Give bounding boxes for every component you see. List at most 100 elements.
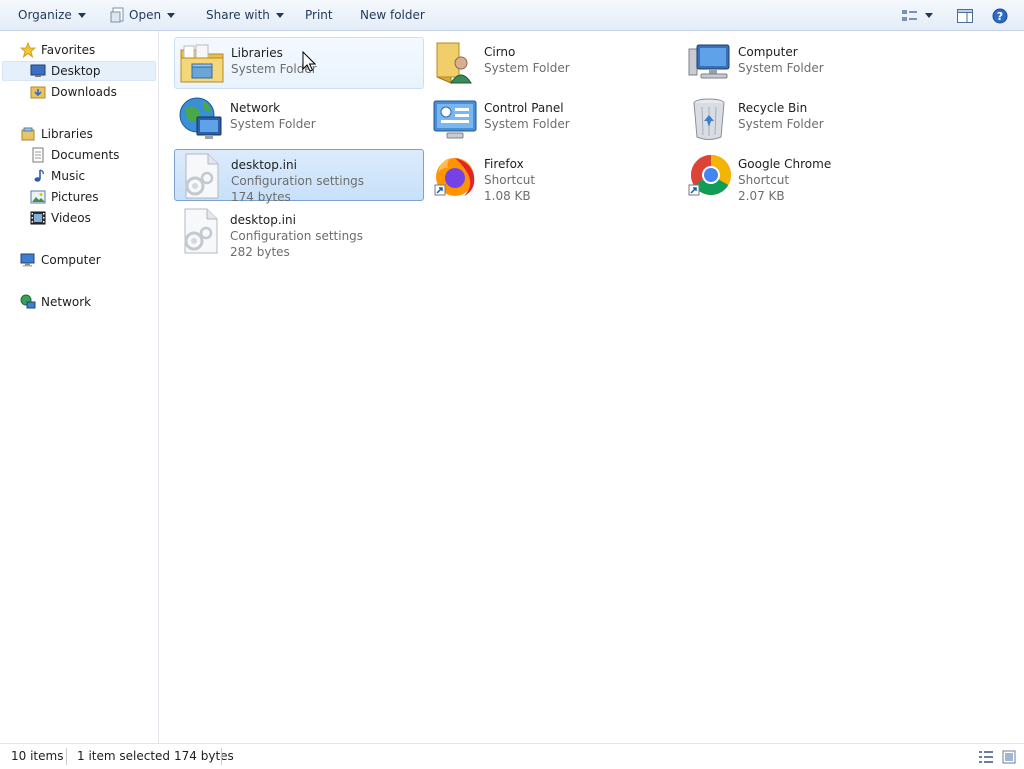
nav-item-videos[interactable]: Videos [30,208,91,228]
svg-text:?: ? [997,10,1003,23]
nav-label: Network [41,295,92,309]
item-type: Configuration settings [231,174,365,188]
item-type: System Folder [484,117,570,131]
organize-label: Organize [18,8,72,22]
item-desktop-ini-1[interactable]: desktop.ini Configuration settings 174 b… [174,149,424,204]
chrome-icon [688,155,731,196]
music-note-icon [34,168,44,182]
change-view-button[interactable] [901,0,933,30]
item-count: 10 items [11,749,64,763]
details-view-icon[interactable] [978,750,994,764]
item-cirno[interactable]: Cirno System Folder [428,37,678,89]
firefox-icon [434,158,475,196]
item-name: Google Chrome [738,157,832,171]
item-control-panel[interactable]: Control Panel System Folder [428,93,678,145]
navigation-pane: Favorites Desktop Downloads Libraries Do… [0,31,159,743]
item-google-chrome[interactable]: Google Chrome Shortcut 2.07 KB [682,149,932,203]
item-type: System Folder [738,117,824,131]
control-panel-icon [433,100,477,139]
print-button[interactable]: Print [305,0,333,30]
computer-icon [688,44,730,79]
preview-pane-button[interactable] [956,0,974,30]
chevron-down-icon [167,13,176,18]
item-name: Libraries [231,46,283,60]
item-size: 2.07 KB [738,189,785,203]
nav-item-desktop[interactable]: Desktop [30,61,101,81]
item-type: System Folder [738,61,824,75]
item-network[interactable]: Network System Folder [174,93,424,145]
nav-label: Favorites [41,43,96,57]
item-name: Control Panel [484,101,564,115]
nav-label: Downloads [51,85,117,99]
item-name: Recycle Bin [738,101,808,115]
help-icon: ? [992,8,1008,23]
user-folder-icon [436,42,472,84]
item-size: 282 bytes [230,245,290,259]
preview-pane-icon [957,8,973,23]
downloads-folder-icon [30,86,46,98]
item-name: desktop.ini [231,158,297,172]
item-computer[interactable]: Computer System Folder [682,37,932,89]
nav-item-libraries[interactable]: Libraries [20,124,93,144]
nav-item-computer[interactable]: Computer [20,250,101,270]
chevron-down-icon [925,13,933,18]
nav-item-downloads[interactable]: Downloads [30,82,117,102]
documents-icon [32,147,44,162]
item-type: Shortcut [738,173,790,187]
share-with-label: Share with [206,8,270,22]
item-name: Network [230,101,281,115]
recycle-bin-icon [693,98,725,140]
computer-icon [20,253,35,266]
nav-item-documents[interactable]: Documents [30,145,119,165]
item-recycle-bin[interactable]: Recycle Bin System Folder [682,93,932,145]
chevron-down-icon [77,13,86,18]
network-globe-icon [179,97,222,139]
item-size: 174 bytes [231,190,291,204]
nav-label: Documents [51,148,120,162]
item-name: Computer [738,45,798,59]
item-libraries[interactable]: Libraries System Folder [174,37,424,89]
share-with-button[interactable]: Share with [206,0,284,30]
selection-count: 1 item selected [77,749,171,763]
nav-item-music[interactable]: Music [30,166,85,186]
item-size: 1.08 KB [484,189,531,203]
command-bar: Organize Open Share with Print New folde… [0,0,1024,31]
item-name: Cirno [484,45,516,59]
nav-label: Music [51,169,86,183]
desktop-icon [30,64,46,77]
item-type: Configuration settings [230,229,364,243]
selection-size: 174 bytes [174,749,234,763]
nav-label: Desktop [51,64,101,78]
status-bar: 10 items 1 item selected 174 bytes [0,743,1024,769]
open-button[interactable]: Open [110,0,176,30]
item-firefox[interactable]: Firefox Shortcut 1.08 KB [428,149,678,203]
nav-item-favorites[interactable]: Favorites [20,40,95,60]
mouse-cursor-icon [302,51,316,72]
item-type: System Folder [230,117,316,131]
large-icons-view-icon[interactable] [1002,750,1016,764]
star-icon [20,41,36,58]
nav-label: Computer [41,253,101,267]
nav-label: Pictures [51,190,99,204]
libraries-folder-icon [180,44,224,83]
videos-icon [30,211,46,224]
view-options-icon [902,9,917,21]
organize-button[interactable]: Organize [18,0,86,30]
item-desktop-ini-2[interactable]: desktop.ini Configuration settings 282 b… [174,205,424,259]
item-name: desktop.ini [230,213,296,227]
network-icon [20,294,36,308]
file-list: Libraries System Folder Cirno System Fol… [159,31,1024,743]
item-type: Shortcut [484,173,536,187]
status-divider [221,748,222,765]
libraries-icon [21,127,35,140]
open-label: Open [129,8,162,22]
new-folder-button[interactable]: New folder [360,0,425,30]
nav-label: Videos [51,211,91,225]
nav-item-network[interactable]: Network [20,292,91,312]
status-divider [66,748,67,765]
settings-file-icon [184,208,218,254]
help-button[interactable]: ? [992,0,1008,30]
open-file-icon [110,7,124,22]
nav-item-pictures[interactable]: Pictures [30,187,99,207]
item-type: System Folder [484,61,570,75]
